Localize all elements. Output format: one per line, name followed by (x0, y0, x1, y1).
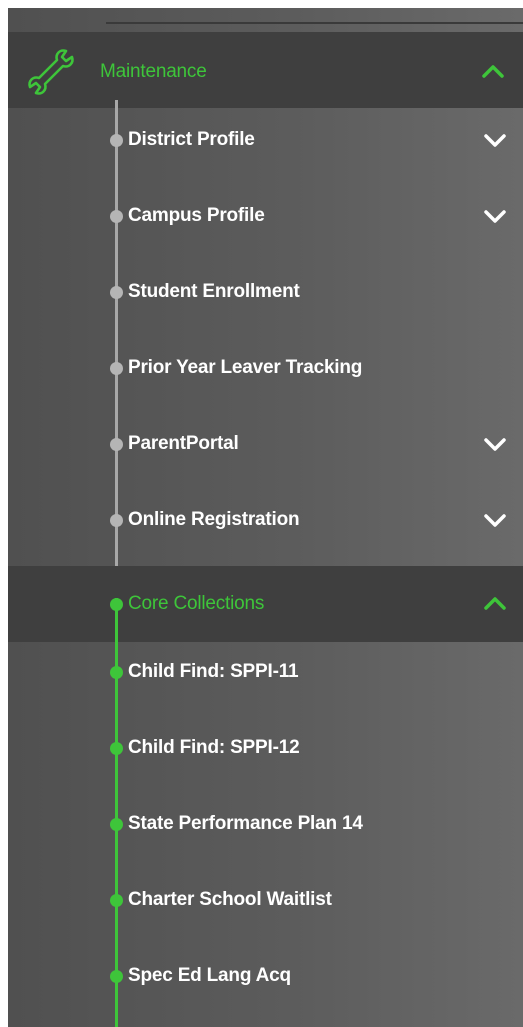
chevron-down-icon[interactable] (482, 436, 508, 454)
divider (106, 22, 523, 24)
menu-header-label: Core Collections (128, 593, 265, 614)
menu-item-online-registration[interactable]: Online Registration (8, 498, 523, 544)
menu-item-label: Charter School Waitlist (128, 889, 332, 910)
menu-header-maintenance[interactable]: Maintenance (8, 32, 523, 108)
bullet-dot (110, 894, 123, 907)
chevron-up-icon[interactable] (480, 62, 506, 80)
menu-item-child-find-sppi-12[interactable]: Child Find: SPPI-12 (8, 726, 523, 772)
menu-item-campus-profile[interactable]: Campus Profile (8, 194, 523, 240)
menu-item-parentportal[interactable]: ParentPortal (8, 422, 523, 468)
chevron-up-icon[interactable] (482, 594, 508, 612)
menu-item-child-find-sppi-11[interactable]: Child Find: SPPI-11 (8, 650, 523, 696)
bullet-dot (110, 134, 123, 147)
bullet-dot (110, 742, 123, 755)
bullet-dot (110, 970, 123, 983)
menu-item-label: Campus Profile (128, 205, 265, 226)
menu-item-label: Child Find: SPPI-12 (128, 737, 300, 758)
sidebar-nav: Maintenance District Profile Campus Prof… (8, 8, 523, 1027)
menu-item-label: ParentPortal (128, 433, 239, 454)
menu-item-spec-ed-lang-acq[interactable]: Spec Ed Lang Acq (8, 954, 523, 1000)
bullet-dot (110, 362, 123, 375)
menu-item-label: Child Find: SPPI-11 (128, 661, 299, 682)
menu-header-label: Maintenance (100, 61, 207, 82)
bullet-dot (110, 210, 123, 223)
menu-item-state-performance-plan-14[interactable]: State Performance Plan 14 (8, 802, 523, 848)
menu-item-charter-school-waitlist[interactable]: Charter School Waitlist (8, 878, 523, 924)
chevron-down-icon[interactable] (482, 132, 508, 150)
menu-header-core-collections[interactable]: Core Collections (8, 566, 523, 642)
wrench-icon (28, 49, 74, 95)
bullet-dot (110, 818, 123, 831)
bullet-dot (110, 286, 123, 299)
menu-item-district-profile[interactable]: District Profile (8, 118, 523, 164)
menu-item-label: State Performance Plan 14 (128, 813, 363, 834)
menu-item-student-enrollment[interactable]: Student Enrollment (8, 270, 523, 316)
menu-item-label: District Profile (128, 129, 255, 150)
bullet-dot (110, 438, 123, 451)
menu-item-label: Online Registration (128, 509, 300, 530)
bullet-dot (110, 666, 123, 679)
menu-item-prior-year-leaver-tracking[interactable]: Prior Year Leaver Tracking (8, 346, 523, 392)
menu-item-label: Prior Year Leaver Tracking (128, 357, 363, 378)
chevron-down-icon[interactable] (482, 208, 508, 226)
bullet-dot (110, 514, 123, 527)
menu-item-label: Spec Ed Lang Acq (128, 965, 291, 986)
menu-item-label: Student Enrollment (128, 281, 300, 302)
chevron-down-icon[interactable] (482, 512, 508, 530)
